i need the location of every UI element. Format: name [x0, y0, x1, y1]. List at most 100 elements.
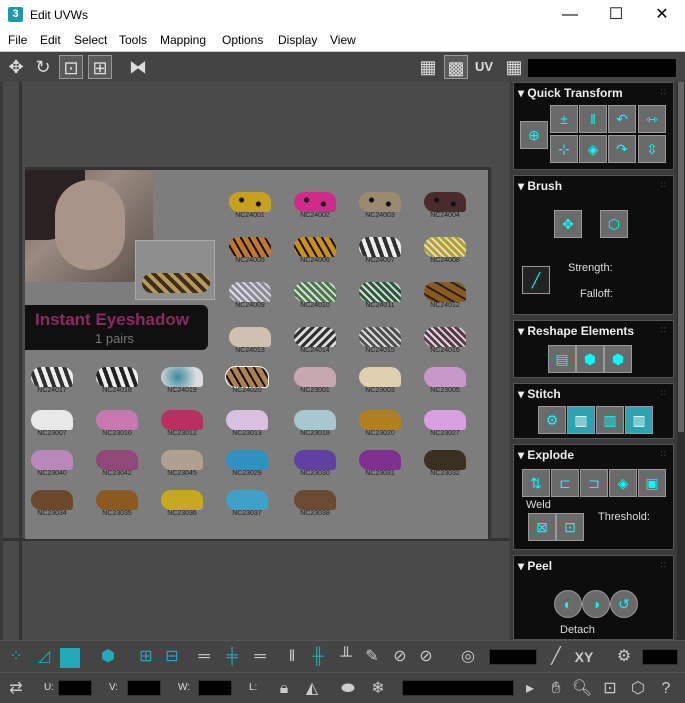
linear-align-icon[interactable]: ◈: [579, 135, 607, 163]
brush-header[interactable]: ▾ Brush: [518, 179, 562, 193]
quick-transform-header[interactable]: ▾ Quick Transform: [518, 86, 623, 100]
distance-icon[interactable]: ⚙: [612, 645, 636, 669]
grow-icon[interactable]: ⊞: [134, 645, 158, 669]
relax-brush-icon[interactable]: ⬡: [600, 210, 628, 238]
menu-file[interactable]: File: [8, 33, 27, 47]
selection-dropdown-icon[interactable]: ▸: [518, 677, 542, 701]
ring-grow-icon[interactable]: ╫: [306, 645, 330, 669]
space-v-icon[interactable]: ⇳: [638, 135, 666, 163]
paint-move-icon[interactable]: ✥: [554, 210, 582, 238]
scale-icon[interactable]: ⊡: [59, 55, 83, 79]
falloff-curve-icon[interactable]: ╱: [544, 645, 568, 669]
texture-dropdown[interactable]: [528, 59, 676, 77]
minimize-button[interactable]: —: [547, 0, 593, 30]
edge-mode-icon[interactable]: ◿: [32, 645, 56, 669]
scrollbar-thumb[interactable]: [678, 82, 684, 432]
rollout-grip[interactable]: ::: [661, 325, 667, 334]
uv-label[interactable]: UV: [472, 55, 496, 79]
brush-curve-icon[interactable]: ╱: [522, 266, 550, 294]
menu-options[interactable]: Options: [222, 33, 263, 47]
align-left-icon[interactable]: ⊹: [550, 135, 578, 163]
checker-icon[interactable]: ▦: [416, 55, 440, 79]
rotate-cw-icon[interactable]: ↷: [608, 135, 636, 163]
mirror-icon[interactable]: ⧓: [126, 55, 150, 79]
element-mode-icon[interactable]: ⬢: [96, 645, 120, 669]
selection-set-field[interactable]: [402, 680, 514, 696]
menu-select[interactable]: Select: [74, 33, 107, 47]
help-icon[interactable]: ?: [654, 677, 678, 701]
reshape-header[interactable]: ▾ Reshape Elements: [518, 324, 634, 338]
stitch-custom-icon[interactable]: ⚙: [538, 406, 566, 434]
rollout-grip[interactable]: ::: [661, 388, 667, 397]
menu-tools[interactable]: Tools: [119, 33, 147, 47]
break-face-icon[interactable]: ▣: [638, 469, 666, 497]
stitch-header[interactable]: ▾ Stitch: [518, 387, 561, 401]
explode-header[interactable]: ▾ Explode: [518, 448, 574, 462]
break-icon[interactable]: ⊏: [551, 469, 579, 497]
rollout-grip[interactable]: ::: [661, 180, 667, 189]
u-field[interactable]: [58, 680, 92, 696]
paint-shrink-icon[interactable]: ⊘: [414, 645, 438, 669]
panel-scrollbar[interactable]: [677, 82, 685, 640]
zoom-icon[interactable]: 🔍︎: [570, 677, 594, 701]
weld-target-icon[interactable]: ⊡: [556, 513, 584, 541]
menu-mapping[interactable]: Mapping: [160, 33, 206, 47]
paint-select-icon[interactable]: ✎: [360, 645, 384, 669]
stitch-source-icon[interactable]: ▥: [567, 406, 595, 434]
rollout-grip[interactable]: ::: [661, 87, 667, 96]
v-field[interactable]: [127, 680, 161, 696]
pan-icon[interactable]: ✋︎: [544, 677, 568, 701]
zoom-region-icon[interactable]: ⊡: [598, 677, 622, 701]
stitch-average-icon[interactable]: ▥: [596, 406, 624, 434]
break-vertex-icon[interactable]: ◈: [609, 469, 637, 497]
vertex-mode-icon[interactable]: ⁘: [4, 645, 28, 669]
weld-selected-icon[interactable]: ⊠: [528, 513, 556, 541]
hide-icon[interactable]: ◭: [300, 677, 324, 701]
close-button[interactable]: ✕: [639, 0, 685, 30]
rollout-grip[interactable]: ::: [661, 449, 667, 458]
paint-grow-icon[interactable]: ⊘: [388, 645, 412, 669]
transform-mode-icon[interactable]: ⇄: [4, 677, 28, 701]
show-icon[interactable]: ⬬: [336, 677, 360, 701]
maximize-button[interactable]: ☐: [593, 0, 639, 30]
show-map-icon[interactable]: ▩: [444, 55, 468, 79]
straighten-icon[interactable]: ▤: [548, 345, 576, 373]
freeform-icon[interactable]: ⊞: [88, 55, 112, 79]
uv-editor-viewport[interactable]: Instant Eyeshadow 1 pairs NC24001 NC24002…: [0, 82, 513, 640]
ring-shrink-icon[interactable]: ╨: [334, 645, 358, 669]
squash-icon[interactable]: ⬢: [604, 345, 632, 373]
rotate-ccw-icon[interactable]: ↶: [608, 105, 636, 133]
loop-icon[interactable]: ═: [192, 645, 216, 669]
peel-mode-icon[interactable]: ◑: [582, 590, 610, 618]
soft-select-value[interactable]: [489, 649, 537, 665]
space-h-icon[interactable]: ⇿: [638, 105, 666, 133]
menu-display[interactable]: Display: [278, 33, 317, 47]
quick-peel-icon[interactable]: ◐: [554, 590, 582, 618]
map-settings-icon[interactable]: ▦: [502, 55, 526, 79]
soft-select-icon[interactable]: ◎: [456, 645, 480, 669]
reset-peel-icon[interactable]: ↺: [610, 590, 638, 618]
loop-grow-icon[interactable]: ╪: [220, 645, 244, 669]
shrink-icon[interactable]: ⊟: [160, 645, 184, 669]
menu-view[interactable]: View: [330, 33, 356, 47]
break-edge-icon[interactable]: ⊐: [580, 469, 608, 497]
rotate-icon[interactable]: ↻: [31, 55, 55, 79]
zoom-extents-icon[interactable]: ⬡: [626, 677, 650, 701]
peel-header[interactable]: ▾ Peel: [518, 559, 552, 573]
rollout-grip[interactable]: ::: [661, 560, 667, 569]
align-v-icon[interactable]: ‖: [579, 105, 607, 133]
distance-value[interactable]: [642, 649, 678, 665]
menu-edit[interactable]: Edit: [40, 33, 61, 47]
relax-icon[interactable]: ⬢: [576, 345, 604, 373]
ring-icon[interactable]: ‖: [280, 645, 304, 669]
freeze-icon[interactable]: ❄: [366, 677, 390, 701]
xy-label[interactable]: XY: [572, 645, 596, 669]
face-mode-icon[interactable]: [60, 648, 80, 668]
pivot-icon[interactable]: ⊕: [520, 121, 548, 149]
move-icon[interactable]: ✥: [4, 55, 28, 79]
lock-icon[interactable]: 🔒︎: [272, 677, 296, 701]
flatten-icon[interactable]: ⇅: [522, 469, 550, 497]
loop-shrink-icon[interactable]: ═: [248, 645, 272, 669]
align-h-icon[interactable]: ±: [550, 105, 578, 133]
stitch-target-icon[interactable]: ▥: [625, 406, 653, 434]
